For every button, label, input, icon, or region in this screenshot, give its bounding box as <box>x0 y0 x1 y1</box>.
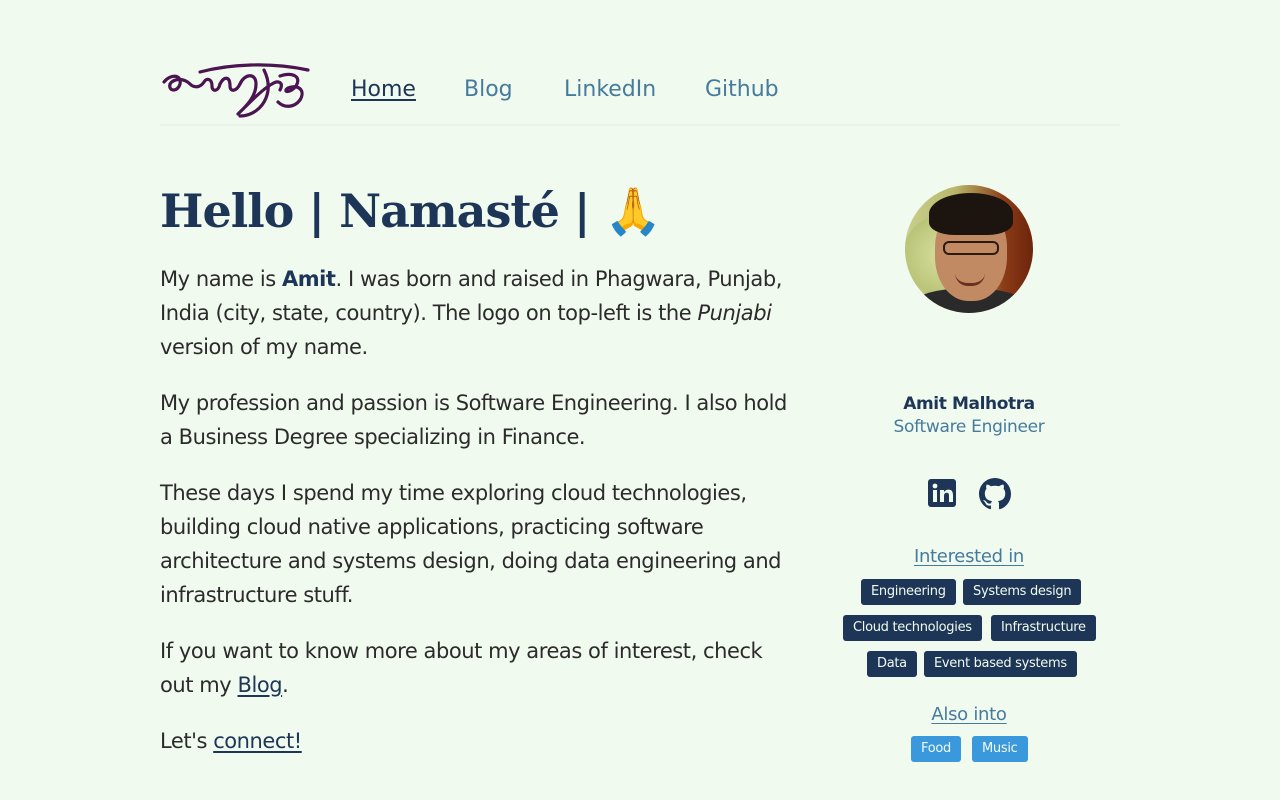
header-divider <box>160 124 1120 126</box>
connect-link[interactable]: connect! <box>213 729 302 753</box>
blog-paragraph: If you want to know more about my areas … <box>160 634 790 702</box>
nav-linkedin[interactable]: LinkedIn <box>564 75 656 105</box>
site-logo[interactable] <box>160 58 312 122</box>
tag-event-based-systems[interactable]: Event based systems <box>924 651 1077 677</box>
blog-link[interactable]: Blog <box>237 673 282 697</box>
intro-text-start: My name is <box>160 267 282 291</box>
avatar-glasses <box>943 241 999 255</box>
github-icon-graphic <box>979 478 1011 510</box>
github-icon[interactable] <box>979 478 1011 510</box>
tag-food[interactable]: Food <box>911 736 961 762</box>
interested-in-heading[interactable]: Interested in <box>818 546 1120 567</box>
intro-paragraph: My name is Amit. I was born and raised i… <box>160 262 790 364</box>
tag-data[interactable]: Data <box>867 651 917 677</box>
profile-role: Software Engineer <box>893 417 1045 437</box>
nav-github[interactable]: Github <box>705 75 779 105</box>
linkedin-icon-graphic <box>928 479 956 507</box>
tag-music[interactable]: Music <box>972 736 1028 762</box>
tag-engineering[interactable]: Engineering <box>861 579 956 605</box>
also-into-heading[interactable]: Also into <box>818 704 1120 725</box>
profession-paragraph: My profession and passion is Software En… <box>160 391 787 449</box>
page-title: Hello | Namasté | 🙏 <box>160 184 662 238</box>
main-content: Hello | Namasté | 🙏 My name is Amit. I w… <box>160 178 790 780</box>
tag-cloud-technologies[interactable]: Cloud technologies <box>843 615 982 641</box>
tag-systems-design[interactable]: Systems design <box>963 579 1082 605</box>
page: Home Blog LinkedIn Github Hello | Namast… <box>0 0 1280 800</box>
linkedin-icon[interactable] <box>926 478 958 510</box>
avatar <box>905 185 1033 313</box>
blog-text-end: . <box>282 673 289 697</box>
avatar-hair <box>929 193 1013 235</box>
nav-blog[interactable]: Blog <box>464 75 513 105</box>
activities-paragraph: These days I spend my time exploring clo… <box>160 481 782 607</box>
profile-name: Amit Malhotra <box>903 394 1035 414</box>
punjabi-name-logo <box>162 63 310 118</box>
tag-infrastructure[interactable]: Infrastructure <box>991 615 1096 641</box>
connect-paragraph: Let's connect! <box>160 724 790 758</box>
punjabi-emphasis: Punjabi <box>697 301 772 325</box>
intro-text-end: version of my name. <box>160 335 368 359</box>
author-first-name: Amit <box>281 267 336 291</box>
connect-text-start: Let's <box>160 729 214 753</box>
nav-home[interactable]: Home <box>351 75 416 105</box>
